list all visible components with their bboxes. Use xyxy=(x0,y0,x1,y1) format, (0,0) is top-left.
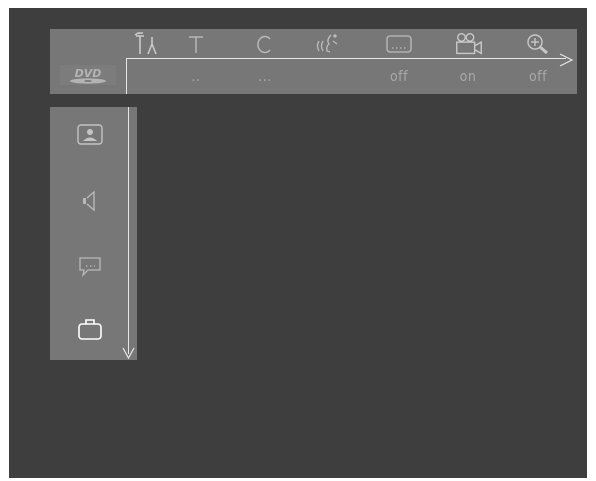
features-settings-icon[interactable] xyxy=(76,315,104,343)
language-settings-icon[interactable] xyxy=(76,252,104,280)
preferences-icon[interactable] xyxy=(130,32,162,56)
audio-language-icon[interactable] xyxy=(312,32,344,56)
top-menu-bar: DVD .. ... off on off xyxy=(50,29,577,94)
scroll-down-arrow-icon[interactable] xyxy=(121,345,136,360)
chapter-icon[interactable] xyxy=(249,32,281,56)
side-menu-divider xyxy=(128,107,129,354)
top-icon-row xyxy=(50,29,577,59)
sound-settings-icon[interactable] xyxy=(76,187,104,215)
title-value: .. xyxy=(191,69,201,85)
top-menu-vertical-divider xyxy=(126,58,127,94)
side-menu-bar xyxy=(50,107,137,360)
subtitle-icon[interactable] xyxy=(383,32,415,56)
picture-settings-icon[interactable] xyxy=(76,121,104,149)
zoom-value: off xyxy=(528,69,548,85)
top-menu-divider xyxy=(126,58,566,59)
chapter-value: ... xyxy=(258,69,272,85)
subtitle-value: off xyxy=(389,69,409,85)
camera-angle-value: on xyxy=(459,69,477,85)
camera-angle-icon[interactable] xyxy=(453,32,485,56)
tv-screen: DVD .. ... off on off xyxy=(9,8,587,478)
scroll-right-arrow-icon[interactable] xyxy=(558,52,574,67)
zoom-icon[interactable] xyxy=(523,32,555,56)
dvd-logo-icon: DVD xyxy=(60,65,116,85)
title-icon[interactable] xyxy=(180,32,212,56)
dvd-logo-text: DVD xyxy=(75,67,102,80)
